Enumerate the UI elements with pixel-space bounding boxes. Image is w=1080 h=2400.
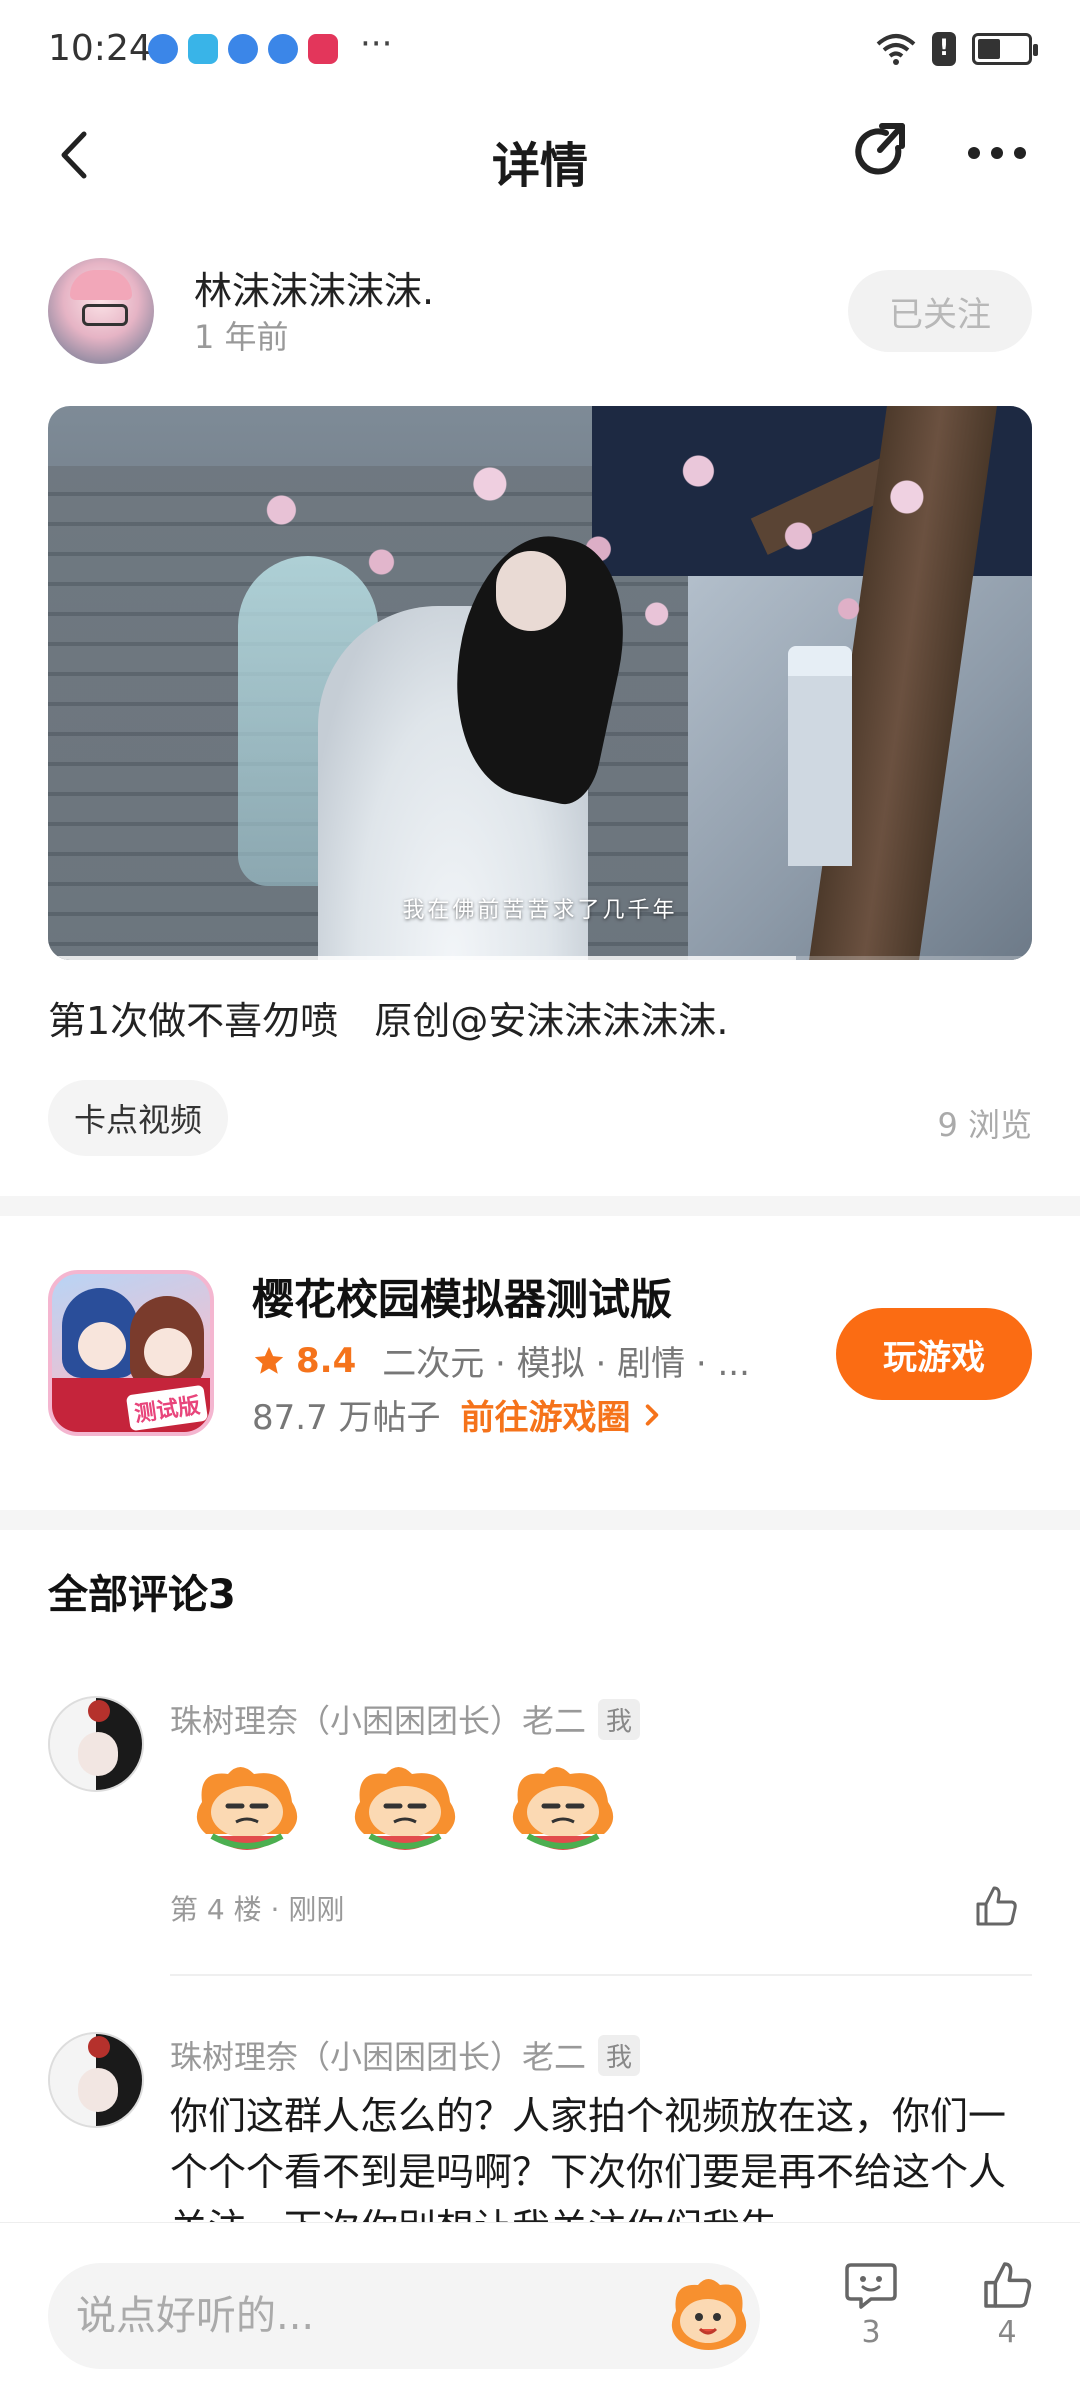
- commenter-name[interactable]: 珠树理奈（小困困团长）老二: [170, 2032, 586, 2078]
- video-scene-head: [496, 551, 566, 631]
- comments-title: 全部评论3: [48, 1572, 236, 1618]
- comment-input-box[interactable]: [48, 2263, 760, 2369]
- comment-divider: [170, 1974, 1032, 1976]
- mascot-emoji-icon: [504, 1760, 622, 1860]
- video-progress-fill: [48, 956, 796, 960]
- comment-item: 珠树理奈（小困困团长）老二 我 你们这群人怎么的？人家拍个视频放在这，你们一个个…: [48, 2032, 1032, 2250]
- mascot-emoji-icon: [188, 1760, 306, 1860]
- video-subtitle: 我在佛前苦苦求了几千年: [402, 898, 678, 923]
- reader-app-icon: [188, 34, 218, 64]
- topic-tag[interactable]: 卡点视频: [48, 1080, 229, 1156]
- battery-icon: [972, 33, 1038, 65]
- comment-meta: 第 4 楼 · 刚刚: [170, 1893, 345, 1926]
- alert-icon: !: [932, 32, 956, 66]
- goto-game-circle-link[interactable]: 前往游戏圈: [461, 1390, 665, 1439]
- comment-input[interactable]: [76, 2263, 636, 2369]
- game-icon[interactable]: 测试版: [48, 1270, 214, 1436]
- author-name[interactable]: 林沫沫沫沫沫.: [194, 260, 434, 315]
- like-count-button[interactable]: 4: [972, 2257, 1042, 2377]
- comment-icon: [845, 2263, 897, 2309]
- me-badge: 我: [598, 1698, 641, 1740]
- me-badge: 我: [598, 2034, 641, 2076]
- video-scene-lamp: [788, 646, 852, 866]
- commenter-avatar[interactable]: [48, 2032, 144, 2128]
- commenter-name-row: 珠树理奈（小困困团长）老二 我: [170, 1696, 641, 1742]
- wifi-icon: [876, 34, 916, 65]
- emoji-picker-icon[interactable]: [662, 2271, 754, 2361]
- notification-app-icon: [268, 34, 298, 64]
- notification-app-icon: [148, 34, 178, 64]
- commenter-name[interactable]: 珠树理奈（小困困团长）老二: [170, 1696, 586, 1742]
- post-time: 1 年前: [194, 318, 289, 356]
- view-count: 9 浏览: [937, 1106, 1032, 1144]
- mascot-emoji-icon: [346, 1760, 464, 1860]
- follow-button[interactable]: 已关注: [848, 270, 1032, 352]
- commenter-name-row: 珠树理奈（小困困团长）老二 我: [170, 2032, 641, 2078]
- author-avatar[interactable]: [48, 258, 154, 364]
- play-game-button[interactable]: 玩游戏: [836, 1308, 1032, 1400]
- thumbs-up-icon: [984, 2262, 1032, 2308]
- bottom-comment-bar: 3 4: [0, 2222, 1080, 2400]
- game-rating: 8.4: [296, 1340, 357, 1381]
- comment-count: 3: [861, 2315, 881, 2350]
- page-title: 详情: [491, 138, 588, 194]
- comment-item: 珠树理奈（小困困团长）老二 我 第 4 楼 · 刚刚: [48, 1696, 1032, 1966]
- comment-count-button[interactable]: 3: [836, 2257, 906, 2377]
- share-icon[interactable]: [846, 118, 916, 188]
- post-text: 第1次做不喜勿喷 原创@安沫沫沫沫沫.: [48, 999, 729, 1043]
- video-player[interactable]: 我在佛前苦苦求了几千年: [48, 406, 1032, 960]
- more-options-icon[interactable]: [962, 118, 1032, 188]
- top-nav: 详情: [0, 100, 1080, 210]
- author-row: 林沫沫沫沫沫. 1 年前 已关注: [48, 258, 1032, 368]
- status-right: !: [876, 32, 1038, 66]
- game-tags: 二次元 · 模拟 · 剧情 · ...: [382, 1344, 750, 1384]
- game-posts-row: 87.7 万帖子 前往游戏圈: [252, 1390, 665, 1439]
- status-bar: 10:24 ··· !: [0, 0, 1080, 100]
- game-name[interactable]: 樱花校园模拟器测试版: [252, 1266, 672, 1327]
- status-app-icons: [148, 34, 338, 64]
- comment-emojis: [188, 1760, 662, 1864]
- commenter-avatar[interactable]: [48, 1696, 144, 1792]
- like-icon[interactable]: [972, 1882, 1020, 1930]
- star-icon: [254, 1346, 284, 1374]
- game-meta: 8.4 二次元 · 模拟 · 剧情 · ...: [252, 1336, 750, 1385]
- chevron-right-icon: [645, 1403, 658, 1426]
- video-progress[interactable]: [48, 956, 1032, 960]
- game-post-count: 87.7 万帖子: [252, 1398, 441, 1438]
- notification-app-icon: [228, 34, 258, 64]
- goto-game-circle-label: 前往游戏圈: [460, 1398, 631, 1438]
- like-count: 4: [997, 2315, 1017, 2350]
- status-time: 10:24: [48, 28, 152, 69]
- section-divider: [0, 1196, 1080, 1216]
- status-more-icon: ···: [360, 24, 393, 64]
- video-app-icon: [308, 34, 338, 64]
- section-divider: [0, 1510, 1080, 1530]
